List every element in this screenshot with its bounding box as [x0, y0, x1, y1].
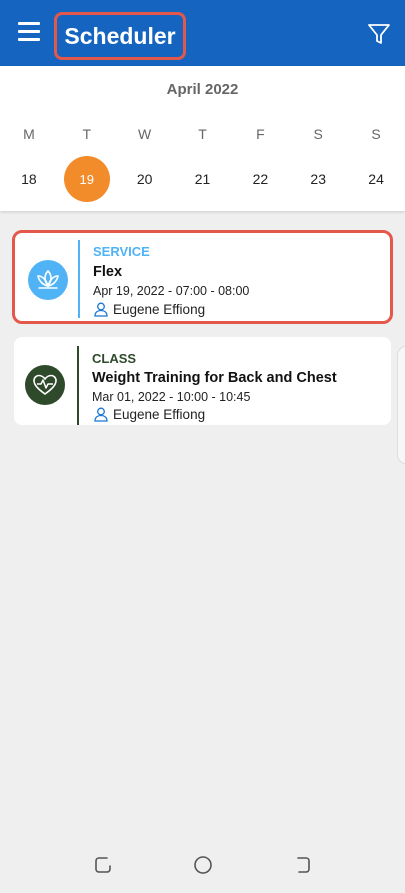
edge-panel-handle[interactable]	[397, 346, 405, 464]
appointment-type: CLASS	[92, 351, 137, 366]
page-title-text: Scheduler	[64, 22, 176, 49]
filter-icon[interactable]	[367, 22, 391, 46]
appointment-title: Flex	[93, 264, 123, 280]
appointment-type: SERVICE	[93, 244, 150, 259]
weekday-label: M	[23, 126, 35, 142]
appointment-card-service[interactable]: SERVICE Flex Apr 19, 2022 - 07:00 - 08:0…	[12, 230, 393, 324]
system-nav-bar	[0, 837, 405, 893]
date-cell[interactable]: 18	[0, 156, 58, 202]
card-divider	[77, 346, 79, 425]
date-number: 22	[252, 171, 269, 187]
lotus-icon	[28, 260, 68, 300]
weekday-label: S	[371, 126, 381, 142]
appointment-person: Eugene Effiong	[94, 302, 205, 317]
weekday-label: S	[313, 126, 323, 142]
date-number: 21	[194, 171, 211, 187]
selected-date-number: 19	[63, 156, 110, 202]
date-cell-selected[interactable]: 19	[58, 156, 116, 202]
recent-apps-icon[interactable]	[92, 854, 114, 876]
hamburger-menu-icon[interactable]	[18, 22, 42, 44]
weekday-label: W	[138, 126, 152, 142]
date-number: 23	[310, 171, 326, 187]
weekday-label: T	[198, 126, 207, 142]
page-title: Scheduler	[54, 12, 186, 60]
week-calendar: April 2022 M T W T F S S 18 19 20 21 22 …	[0, 66, 405, 211]
date-cell[interactable]: 23	[289, 156, 347, 202]
month-label: April 2022	[166, 81, 239, 98]
back-icon[interactable]	[292, 854, 314, 876]
appointment-card-class[interactable]: CLASS Weight Training for Back and Chest…	[14, 337, 391, 425]
date-number: 24	[368, 171, 384, 187]
weekday-label: F	[256, 126, 265, 142]
person-name: Eugene Effiong	[113, 407, 206, 422]
weekday-row: M T W T F S S	[0, 126, 405, 142]
person-icon	[94, 302, 108, 317]
date-cell[interactable]: 22	[231, 156, 289, 202]
appointment-time: Mar 01, 2022 - 10:00 - 10:45	[92, 390, 251, 404]
appointment-time: Apr 19, 2022 - 07:00 - 08:00	[93, 284, 250, 298]
app-bar: Scheduler	[0, 0, 405, 66]
weekday-label: T	[82, 126, 92, 142]
appointment-person: Eugene Effiong	[94, 407, 205, 422]
date-number: 18	[21, 171, 37, 187]
date-number: 20	[136, 171, 153, 187]
person-icon	[94, 407, 108, 422]
person-name: Eugene Effiong	[113, 302, 206, 317]
date-row: 18 19 20 21 22 23 24	[0, 156, 405, 202]
card-divider	[78, 240, 80, 318]
appointment-title: Weight Training for Back and Chest	[92, 370, 337, 386]
home-icon[interactable]	[192, 854, 214, 876]
date-cell[interactable]: 21	[174, 156, 232, 202]
heart-pulse-icon	[25, 365, 65, 405]
date-cell[interactable]: 20	[116, 156, 174, 202]
date-cell[interactable]: 24	[347, 156, 405, 202]
